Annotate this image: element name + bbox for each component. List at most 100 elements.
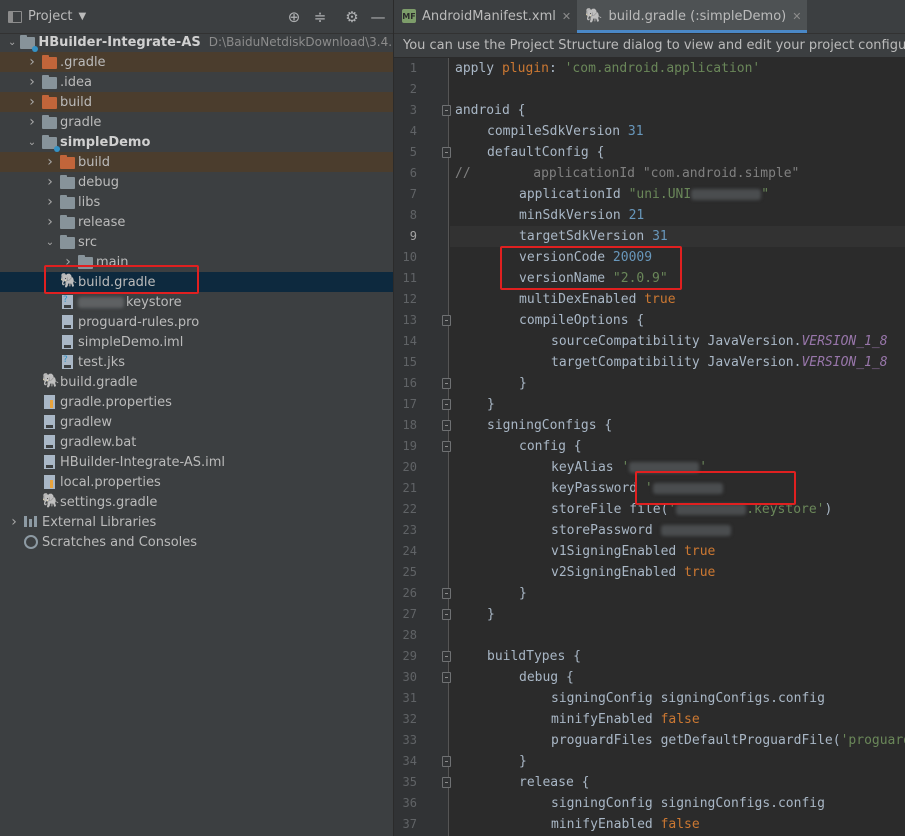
collapse-icon[interactable]: ≑ xyxy=(310,7,330,27)
tree-item[interactable]: › External Libraries xyxy=(0,512,393,532)
chevron-right-icon[interactable]: › xyxy=(44,172,56,192)
fold-end-icon[interactable] xyxy=(442,378,451,389)
tree-item[interactable]: › .gradle xyxy=(0,52,393,72)
code-line[interactable]: } xyxy=(455,394,495,415)
tab-build-gradle[interactable]: 🐘 build.gradle (:simpleDemo) ✕ xyxy=(577,0,808,33)
code-line[interactable]: targetCompatibility JavaVersion.VERSION_… xyxy=(455,352,888,373)
code-line[interactable]: applicationId "uni.UNI " xyxy=(455,184,769,205)
code-line[interactable]: release { xyxy=(455,772,589,793)
code-token: // applicationId "com.android.simple" xyxy=(455,166,800,181)
chevron-right-icon[interactable]: › xyxy=(8,512,20,532)
tree-item[interactable]: simpleDemo.iml xyxy=(0,332,393,352)
tree-item[interactable]: › release xyxy=(0,212,393,232)
chevron-right-icon[interactable]: › xyxy=(44,212,56,232)
module-path: D:\BaiduNetdiskDownload\3.4.7\An xyxy=(208,35,393,49)
tree-item[interactable]: keystore xyxy=(0,292,393,312)
code-line[interactable]: targetSdkVersion 31 xyxy=(450,226,905,247)
tree-item[interactable]: HBuilder-Integrate-AS.iml xyxy=(0,452,393,472)
fold-marker-icon[interactable] xyxy=(442,777,451,788)
fold-end-icon[interactable] xyxy=(442,609,451,620)
chevron-right-icon[interactable]: › xyxy=(44,152,56,172)
close-icon[interactable]: ✕ xyxy=(792,10,801,23)
tree-item-label: gradle xyxy=(60,114,102,130)
tree-item[interactable]: proguard-rules.pro xyxy=(0,312,393,332)
tree-item[interactable]: gradle.properties xyxy=(0,392,393,412)
tree-item[interactable]: ⌄ HBuilder-Integrate-AS D:\BaiduNetdiskDow… xyxy=(0,32,393,52)
line-number: 20 xyxy=(402,460,417,474)
code-line[interactable]: } xyxy=(455,604,495,625)
chevron-down-icon[interactable]: ⌄ xyxy=(26,132,38,152)
minimize-icon[interactable]: — xyxy=(368,7,388,27)
code-line[interactable]: v1SigningEnabled true xyxy=(455,541,715,562)
code-token: minSdkVersion xyxy=(519,208,629,223)
tree-item[interactable]: › build xyxy=(0,152,393,172)
line-number: 4 xyxy=(409,124,417,138)
code-line[interactable]: v2SigningEnabled true xyxy=(455,562,715,583)
chevron-right-icon[interactable]: › xyxy=(26,112,38,132)
chevron-right-icon[interactable]: › xyxy=(26,92,38,112)
tree-item[interactable]: › debug xyxy=(0,172,393,192)
code-line[interactable]: defaultConfig { xyxy=(455,142,604,163)
fold-marker-icon[interactable] xyxy=(442,147,451,158)
code-line[interactable]: compileOptions { xyxy=(455,310,644,331)
code-line[interactable]: minifyEnabled false xyxy=(455,814,700,835)
code-line[interactable]: sourceCompatibility JavaVersion.VERSION_… xyxy=(455,331,888,352)
code-line[interactable]: multiDexEnabled true xyxy=(455,289,676,310)
code-line[interactable]: } xyxy=(455,373,527,394)
code-line[interactable]: signingConfig signingConfigs.config xyxy=(455,688,825,709)
highlight-box xyxy=(44,265,199,294)
tree-item[interactable]: › .idea xyxy=(0,72,393,92)
tree-item[interactable]: › libs xyxy=(0,192,393,212)
fold-end-icon[interactable] xyxy=(442,399,451,410)
code-line[interactable]: } xyxy=(455,751,527,772)
code-line[interactable]: minifyEnabled false xyxy=(455,709,700,730)
code-line[interactable]: signingConfig signingConfigs.config xyxy=(455,793,825,814)
tree-item-label: Scratches and Consoles xyxy=(42,534,198,550)
code-line[interactable]: } xyxy=(455,583,527,604)
tree-item[interactable]: test.jks xyxy=(0,352,393,372)
tree-item[interactable]: Scratches and Consoles xyxy=(0,532,393,552)
chevron-right-icon[interactable]: › xyxy=(26,72,38,92)
code-line[interactable]: debug { xyxy=(455,667,574,688)
code-line[interactable]: compileSdkVersion 31 xyxy=(455,121,644,142)
tree-item[interactable]: ⌄ simpleDemo xyxy=(0,132,393,152)
fold-marker-icon[interactable] xyxy=(442,315,451,326)
code-line[interactable]: apply plugin: 'com.android.application' xyxy=(455,58,760,79)
tree-item[interactable]: › gradle xyxy=(0,112,393,132)
code-line[interactable]: minSdkVersion 21 xyxy=(455,205,644,226)
tab-android-manifest[interactable]: MF AndroidManifest.xml ✕ xyxy=(394,0,577,33)
code-editor[interactable]: 1 2 3 4 5 6 7 8 9 10 11 12 13 14 15 16 17 18 19 20 21 22 23 24 2… xyxy=(394,58,905,836)
chevron-right-icon[interactable]: › xyxy=(26,52,38,72)
gear-icon[interactable]: ⚙ xyxy=(342,7,362,27)
tree-item[interactable]: 🐘 build.gradle xyxy=(0,372,393,392)
fold-marker-icon[interactable] xyxy=(442,672,451,683)
code-line[interactable]: android { xyxy=(455,100,525,121)
fold-marker-icon[interactable] xyxy=(442,420,451,431)
code-line[interactable]: signingConfigs { xyxy=(455,415,612,436)
folder-icon xyxy=(42,75,58,89)
chevron-down-icon[interactable]: ⌄ xyxy=(44,232,56,252)
fold-end-icon[interactable] xyxy=(442,588,451,599)
fold-marker-icon[interactable] xyxy=(442,441,451,452)
tree-item[interactable]: gradlew.bat xyxy=(0,432,393,452)
code-line[interactable]: // applicationId "com.android.simple" xyxy=(455,163,799,184)
code-line[interactable]: config { xyxy=(455,436,582,457)
tree-item[interactable]: › build xyxy=(0,92,393,112)
code-line[interactable]: buildTypes { xyxy=(455,646,581,667)
code-line[interactable]: storePassword xyxy=(455,520,731,541)
chevron-down-icon[interactable]: ⌄ xyxy=(8,32,16,52)
tree-item[interactable]: ⌄ src xyxy=(0,232,393,252)
fold-marker-icon[interactable] xyxy=(442,651,451,662)
tree-item[interactable]: gradlew xyxy=(0,412,393,432)
tree-item[interactable]: 🐘 settings.gradle xyxy=(0,492,393,512)
crosshair-icon[interactable]: ⊕ xyxy=(284,7,304,27)
tree-item[interactable]: local.properties xyxy=(0,472,393,492)
chevron-right-icon[interactable]: › xyxy=(44,192,56,212)
code-token: multiDexEnabled xyxy=(519,292,645,307)
project-view-selector[interactable]: Project ▼ xyxy=(8,9,86,24)
code-line[interactable]: proguardFiles getDefaultProguardFile('pr… xyxy=(455,730,905,751)
close-icon[interactable]: ✕ xyxy=(562,10,571,23)
fold-marker-icon[interactable] xyxy=(442,105,451,116)
fold-end-icon[interactable] xyxy=(442,756,451,767)
project-structure-banner[interactable]: You can use the Project Structure dialog… xyxy=(394,34,905,58)
